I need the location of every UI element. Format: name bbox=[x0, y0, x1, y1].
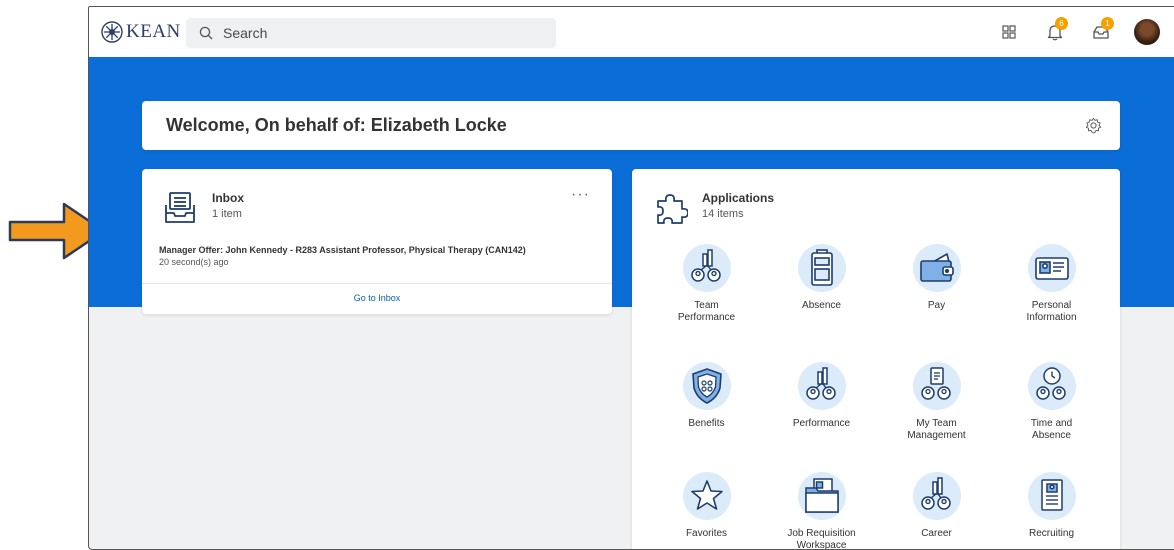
inbox-title: Inbox bbox=[212, 191, 244, 205]
app-label: Benefits bbox=[688, 418, 725, 429]
apps-menu-button[interactable] bbox=[994, 17, 1024, 47]
app-label: Performance bbox=[792, 418, 851, 429]
divider bbox=[142, 283, 612, 284]
app-personal-information[interactable]: Personal Information bbox=[994, 244, 1109, 324]
wallet-icon bbox=[919, 253, 954, 282]
app-recruiting[interactable]: Recruiting bbox=[994, 472, 1109, 540]
app-time-and-absence[interactable]: Time and Absence bbox=[994, 362, 1109, 442]
inbox-item-time: 20 second(s) ago bbox=[159, 257, 229, 267]
team-chart-icon bbox=[805, 367, 836, 400]
app-label: Team Performance bbox=[677, 300, 736, 323]
puzzle-icon bbox=[657, 194, 688, 224]
inbox-button[interactable]: 1 bbox=[1086, 17, 1116, 47]
app-label: Time and Absence bbox=[1030, 418, 1073, 441]
star-icon bbox=[690, 480, 723, 510]
inbox-badge: 1 bbox=[1101, 17, 1114, 30]
app-absence[interactable]: Absence bbox=[764, 244, 879, 312]
notifications-badge: 6 bbox=[1055, 17, 1068, 30]
avatar bbox=[1134, 19, 1160, 45]
app-label: Absence bbox=[802, 300, 841, 311]
app-job-requisition-workspace[interactable]: Job Requisition Workspace bbox=[764, 472, 879, 550]
inbox-item[interactable]: Manager Offer: John Kennedy - R283 Assis… bbox=[159, 245, 526, 267]
app-label: Personal Information bbox=[1026, 300, 1077, 323]
app-team-performance[interactable]: Team Performance bbox=[649, 244, 764, 324]
app-label: Pay bbox=[927, 300, 946, 311]
welcome-card: Welcome, On behalf of: Elizabeth Locke bbox=[142, 101, 1120, 150]
id-card-icon bbox=[1034, 257, 1069, 280]
inbox-card: Inbox 1 item ··· Manager Offer: John Ken… bbox=[142, 169, 612, 314]
profile-button[interactable] bbox=[1132, 17, 1162, 47]
app-label: Favorites bbox=[685, 528, 728, 539]
kean-logo[interactable]: KEAN bbox=[101, 21, 181, 43]
app-label: My Team Management bbox=[907, 418, 966, 441]
notifications-button[interactable]: 6 bbox=[1040, 17, 1070, 47]
inbox-count: 1 item bbox=[212, 208, 242, 220]
folder-icon bbox=[804, 478, 839, 513]
applications-header: Applications 14 items bbox=[654, 191, 774, 225]
inbox-header: Inbox 1 item bbox=[162, 191, 244, 225]
screen: KEAN Search 6 1 Welcome, On behalf of: E… bbox=[0, 0, 1174, 550]
inbox-stack-icon bbox=[165, 192, 195, 223]
applications-card: Applications 14 items Team Performance A… bbox=[632, 169, 1120, 550]
resume-icon bbox=[1040, 479, 1063, 511]
workday-window: KEAN Search 6 1 Welcome, On behalf of: E… bbox=[88, 6, 1174, 550]
team-clock-icon bbox=[1035, 367, 1066, 400]
go-to-inbox-link[interactable]: Go to Inbox bbox=[142, 293, 612, 303]
app-label: Job Requisition Workspace bbox=[787, 528, 856, 550]
inbox-item-title: Manager Offer: John Kennedy - R283 Assis… bbox=[159, 245, 526, 255]
team-chart-icon bbox=[690, 249, 721, 282]
team-clipboard-icon bbox=[920, 367, 951, 400]
search-bar[interactable] bbox=[186, 18, 556, 48]
luggage-icon bbox=[810, 249, 833, 286]
grid-icon bbox=[1002, 25, 1016, 39]
seal-icon bbox=[101, 21, 123, 43]
search-input[interactable] bbox=[223, 25, 523, 41]
app-benefits[interactable]: Benefits bbox=[649, 362, 764, 430]
more-options-icon[interactable]: ··· bbox=[571, 187, 590, 203]
top-navigation: KEAN Search 6 1 bbox=[89, 7, 1174, 57]
app-career[interactable]: Career bbox=[879, 472, 994, 540]
search-icon bbox=[199, 26, 213, 40]
gear-icon[interactable] bbox=[1085, 117, 1102, 134]
app-my-team-management[interactable]: My Team Management bbox=[879, 362, 994, 442]
team-chart-icon bbox=[920, 477, 951, 510]
logo-text: KEAN bbox=[126, 21, 181, 42]
app-favorites[interactable]: Favorites bbox=[649, 472, 764, 540]
app-performance[interactable]: Performance bbox=[764, 362, 879, 430]
app-label: Recruiting bbox=[1028, 528, 1075, 539]
applications-title: Applications bbox=[702, 191, 775, 205]
shield-icon bbox=[691, 368, 722, 404]
page-title: Welcome, On behalf of: Elizabeth Locke bbox=[166, 115, 507, 135]
app-label: Career bbox=[921, 528, 952, 539]
app-pay[interactable]: Pay bbox=[879, 244, 994, 312]
applications-count: 14 items bbox=[702, 208, 744, 220]
